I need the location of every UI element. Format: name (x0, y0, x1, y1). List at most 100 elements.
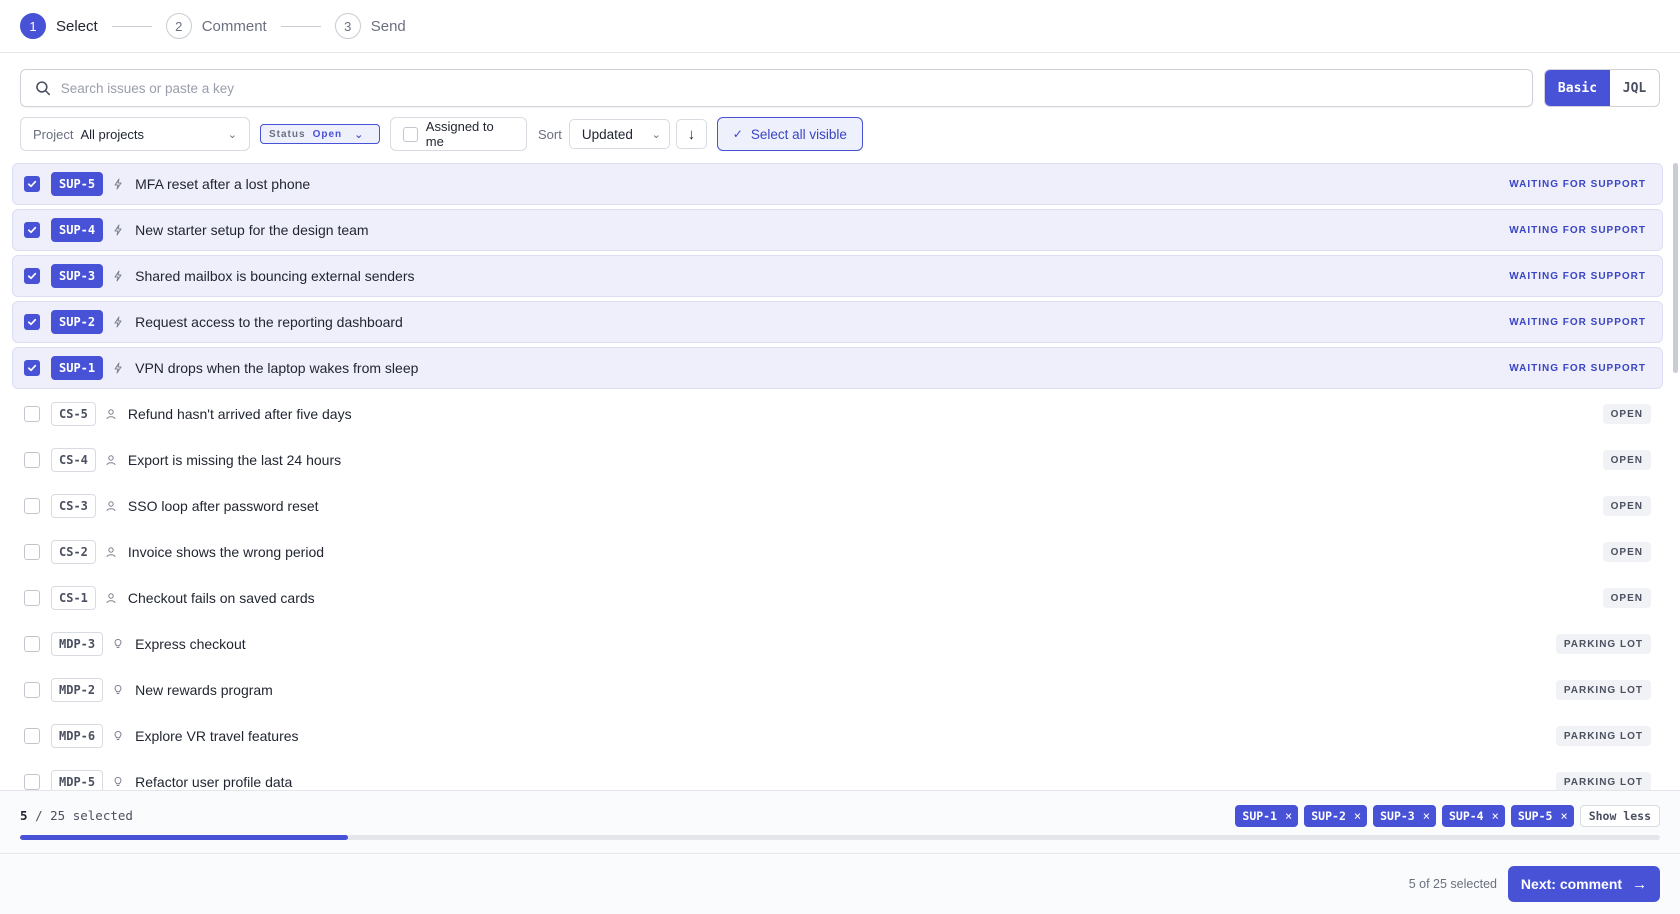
issue-status-badge: WAITING FOR SUPPORT (1509, 362, 1646, 374)
issue-checkbox[interactable] (24, 590, 40, 606)
selection-progress (20, 835, 1660, 840)
issue-row[interactable]: MDP-3 Express checkout PARKING LOT (12, 623, 1663, 665)
issue-row[interactable]: CS-4 Export is missing the last 24 hours O… (12, 439, 1663, 481)
sort-direction-button[interactable]: ↓ (675, 119, 707, 149)
issue-checkbox[interactable] (24, 176, 40, 192)
issue-status-badge: OPEN (1602, 450, 1651, 470)
issue-checkbox[interactable] (24, 314, 40, 330)
step-number: 1 (20, 13, 46, 39)
list-scrollbar[interactable] (1673, 163, 1678, 373)
close-icon[interactable]: × (1354, 809, 1361, 823)
show-less-button[interactable]: Show less (1579, 805, 1660, 827)
issue-status-badge: WAITING FOR SUPPORT (1509, 270, 1646, 282)
selected-chip-label: SUP-2 (1311, 809, 1346, 823)
issue-title: Export is missing the last 24 hours (127, 452, 342, 468)
issue-title: Refactor user profile data (135, 774, 293, 790)
stepper: 1 Select 2 Comment 3 Send (0, 0, 1680, 53)
issue-title: New rewards program (135, 682, 273, 698)
project-filter[interactable]: Project All projects ⌄ (20, 117, 250, 151)
lightbulb-icon (112, 638, 124, 650)
issue-list: SUP-5 MFA reset after a lost phone WAITING… (12, 163, 1663, 790)
issue-checkbox[interactable] (24, 728, 40, 744)
issue-key: CS-1 (51, 586, 96, 610)
issue-checkbox[interactable] (24, 222, 40, 238)
issue-row[interactable]: SUP-4 New starter setup for the design te… (12, 209, 1663, 251)
assigned-to-me-toggle[interactable]: Assigned to me (390, 117, 527, 151)
search-input[interactable] (60, 80, 1532, 96)
issue-key: MDP-3 (51, 632, 104, 656)
issue-title: SSO loop after password reset (127, 498, 319, 514)
issue-status-badge: OPEN (1602, 588, 1651, 608)
lightbulb-icon (112, 730, 124, 742)
sort-select[interactable]: Updated ⌄ (568, 119, 670, 149)
issue-title: Refund hasn't arrived after five days (127, 406, 352, 422)
basic-mode-button[interactable]: Basic (1545, 70, 1610, 106)
issue-status-badge: WAITING FOR SUPPORT (1509, 224, 1646, 236)
project-filter-value: All projects (80, 126, 145, 142)
selection-bar: 5 / 25 selected SUP-1 × SUP-2 × SUP-3 × SUP-4 ×… (0, 790, 1680, 854)
issue-key: CS-5 (51, 402, 96, 426)
filter-row: Project All projects ⌄ Status Open ⌄ Ass… (20, 117, 863, 151)
close-icon[interactable]: × (1285, 809, 1292, 823)
search-box[interactable] (20, 69, 1533, 107)
selection-separator: / (35, 808, 43, 823)
issue-key: CS-4 (51, 448, 96, 472)
step-2[interactable]: 2 Comment (165, 13, 267, 39)
selected-chip[interactable]: SUP-2 × (1304, 805, 1368, 827)
issue-checkbox[interactable] (24, 774, 40, 790)
close-icon[interactable]: × (1423, 809, 1430, 823)
close-icon[interactable]: × (1560, 809, 1567, 823)
issue-checkbox[interactable] (24, 636, 40, 652)
selected-chip[interactable]: SUP-4 × (1441, 805, 1505, 827)
issue-key: SUP-2 (51, 310, 104, 334)
issue-checkbox[interactable] (24, 682, 40, 698)
bolt-icon (112, 224, 124, 236)
issue-title: Explore VR travel features (135, 728, 299, 744)
issue-checkbox[interactable] (24, 544, 40, 560)
selected-chip-label: SUP-3 (1380, 809, 1415, 823)
issue-status-badge: WAITING FOR SUPPORT (1509, 316, 1646, 328)
issue-row[interactable]: MDP-6 Explore VR travel features PARKING L… (12, 715, 1663, 757)
step-connector (280, 25, 321, 27)
issue-row[interactable]: SUP-3 Shared mailbox is bouncing external… (12, 255, 1663, 297)
selected-chip[interactable]: SUP-3 × (1373, 805, 1436, 827)
issue-key: MDP-2 (51, 678, 104, 702)
footer-selection-count: 5 of 25 selected (1408, 877, 1497, 891)
issue-row[interactable]: SUP-5 MFA reset after a lost phone WAITING… (12, 163, 1663, 205)
issue-status-badge: OPEN (1602, 404, 1651, 424)
issue-row[interactable]: CS-1 Checkout fails on saved cards OPEN (12, 577, 1663, 619)
close-icon[interactable]: × (1492, 809, 1499, 823)
issue-row[interactable]: CS-2 Invoice shows the wrong period OPEN (12, 531, 1663, 573)
sort-label: Sort (538, 126, 562, 142)
issue-row[interactable]: SUP-2 Request access to the reporting das… (12, 301, 1663, 343)
jql-mode-button[interactable]: JQL (1610, 70, 1659, 106)
step-connector (111, 25, 152, 27)
issue-key: SUP-5 (51, 172, 104, 196)
issue-status-badge: PARKING LOT (1555, 726, 1651, 746)
select-all-visible-button[interactable]: ✓ Select all visible (716, 117, 863, 151)
project-filter-label: Project (33, 126, 74, 142)
arrow-down-icon: ↓ (687, 125, 696, 143)
next-comment-button[interactable]: Next: comment → (1508, 866, 1660, 902)
step-number: 2 (165, 13, 192, 39)
issue-row[interactable]: CS-3 SSO loop after password reset OPEN (12, 485, 1663, 527)
issue-title: Request access to the reporting dashboar… (135, 314, 403, 330)
issue-row[interactable]: MDP-2 New rewards program PARKING LOT (12, 669, 1663, 711)
step-1[interactable]: 1 Select (20, 13, 98, 39)
assigned-to-me-checkbox[interactable] (403, 126, 418, 142)
lightbulb-icon (112, 684, 124, 696)
issue-checkbox[interactable] (24, 452, 40, 468)
selected-chip[interactable]: SUP-5 × (1510, 805, 1574, 827)
issue-checkbox[interactable] (24, 268, 40, 284)
step-3[interactable]: 3 Send (334, 13, 406, 39)
status-filter[interactable]: Status Open ⌄ (260, 124, 380, 144)
issue-checkbox[interactable] (24, 498, 40, 514)
issue-row[interactable]: CS-5 Refund hasn't arrived after five day… (12, 393, 1663, 435)
issue-checkbox[interactable] (24, 360, 40, 376)
issue-checkbox[interactable] (24, 406, 40, 422)
issue-key: CS-2 (51, 540, 96, 564)
issue-row[interactable]: MDP-5 Refactor user profile data PARKING L… (12, 761, 1663, 790)
selected-chip[interactable]: SUP-1 × (1235, 805, 1299, 827)
issue-title: VPN drops when the laptop wakes from sle… (135, 360, 419, 376)
issue-row[interactable]: SUP-1 VPN drops when the laptop wakes fro… (12, 347, 1663, 389)
